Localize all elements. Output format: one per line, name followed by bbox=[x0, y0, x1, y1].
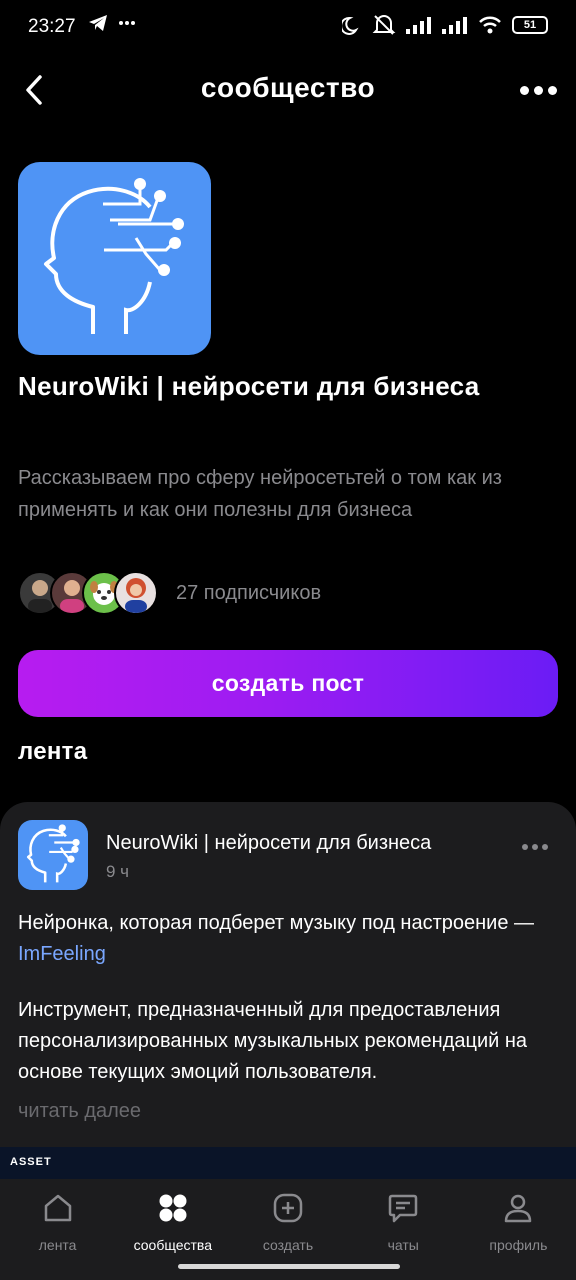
grid-icon bbox=[156, 1191, 190, 1225]
post-time: 9 ч bbox=[106, 862, 130, 881]
status-left-icons bbox=[88, 14, 136, 32]
community-avatar[interactable] bbox=[18, 162, 211, 355]
neuro-head-icon bbox=[26, 824, 80, 883]
read-more-link[interactable]: читать далее bbox=[18, 1100, 141, 1123]
post-text-intro: Нейронка, которая подберет музыку под на… bbox=[18, 912, 535, 965]
user-icon bbox=[501, 1191, 535, 1225]
post-link[interactable]: ImFeeling bbox=[18, 943, 106, 965]
post-author-avatar[interactable] bbox=[18, 820, 88, 890]
telegram-icon bbox=[89, 15, 107, 31]
post-card[interactable]: NeuroWiki | нейросети для бизнеса 9 ч Не… bbox=[0, 802, 576, 1147]
mute-icon bbox=[372, 15, 396, 35]
ad-banner[interactable]: ASSET bbox=[0, 1147, 576, 1179]
avatar bbox=[114, 571, 158, 615]
post-author-name[interactable]: NeuroWiki | нейросети для бизнеса bbox=[106, 832, 431, 855]
battery-icon: 51 bbox=[512, 16, 548, 34]
status-time: 23:27 bbox=[28, 16, 76, 37]
plus-square-icon bbox=[271, 1191, 305, 1225]
home-icon bbox=[41, 1191, 75, 1225]
chat-icon bbox=[386, 1191, 420, 1225]
home-indicator[interactable] bbox=[178, 1264, 400, 1269]
community-description: Рассказываем про сферу нейросетьтей о то… bbox=[18, 467, 502, 521]
more-horizontal-icon bbox=[522, 844, 528, 850]
page-title: сообщество bbox=[200, 72, 376, 103]
subscribers-row[interactable]: 27 подписчиков bbox=[18, 570, 321, 616]
post-text-body: Инструмент, предназначенный для предоста… bbox=[18, 999, 528, 1083]
create-post-button[interactable]: создать пост bbox=[18, 650, 558, 717]
community-name: NeuroWiki | нейросети для бизнеса bbox=[18, 371, 480, 401]
signal-icon-2 bbox=[442, 17, 467, 34]
tab-feed[interactable]: лента bbox=[0, 1179, 115, 1280]
subscribers-count: 27 подписчиков bbox=[176, 581, 322, 604]
more-options-button[interactable] bbox=[514, 70, 562, 110]
tab-profile[interactable]: профиль bbox=[461, 1179, 576, 1280]
header: сообщество bbox=[0, 60, 576, 116]
post-more-button[interactable] bbox=[518, 840, 552, 854]
wifi-icon bbox=[479, 16, 501, 34]
feed-title: лента bbox=[18, 738, 88, 765]
status-bar: 23:27 51 bbox=[0, 0, 576, 56]
more-notifications-icon bbox=[119, 21, 135, 25]
status-right-icons: 51 bbox=[342, 14, 548, 36]
moon-icon bbox=[342, 16, 359, 35]
ad-label: ASSET bbox=[10, 1156, 52, 1168]
more-horizontal-icon bbox=[519, 85, 529, 95]
neuro-head-icon bbox=[44, 178, 184, 334]
signal-icon bbox=[406, 17, 431, 34]
